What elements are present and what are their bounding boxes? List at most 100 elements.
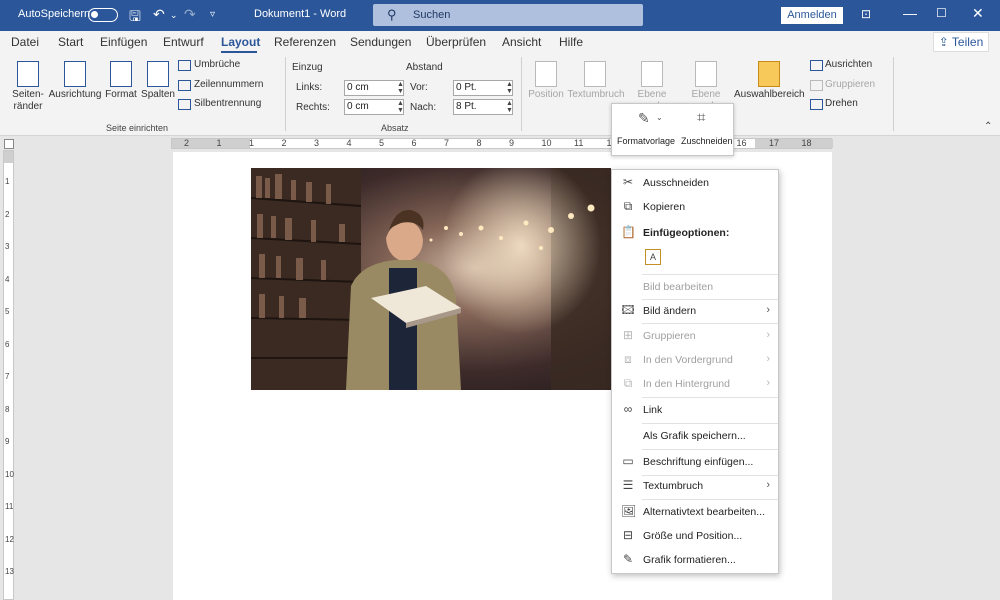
tab-selector[interactable] (4, 139, 14, 149)
paste-picture-icon[interactable]: A (645, 249, 661, 265)
selection-pane-label[interactable]: Auswahlbereich (734, 89, 805, 101)
submenu-arrow-icon: › (766, 304, 770, 316)
undo-dropdown-icon[interactable]: ⌄ (170, 10, 178, 21)
tab-review[interactable]: Überprüfen (426, 35, 486, 49)
autosave-label: AutoSpeichern (18, 8, 91, 20)
style-icon[interactable]: ✎ (638, 110, 650, 127)
menu-item-copy[interactable]: ⧉ Kopieren (612, 196, 778, 218)
margins-label-2[interactable]: ränder (8, 101, 48, 113)
menu-item-insert-caption[interactable]: ▭ Beschriftung einfügen... (612, 451, 778, 473)
indent-heading: Einzug (292, 62, 323, 73)
spacing-heading: Abstand (406, 62, 443, 73)
rotate-icon[interactable] (810, 99, 823, 110)
columns-icon[interactable] (147, 61, 169, 87)
close-icon[interactable]: ✕ (972, 5, 984, 22)
paragraph-group-label: Absatz (381, 123, 409, 133)
margins-icon[interactable] (17, 61, 39, 87)
size-label[interactable]: Format (103, 89, 139, 101)
ruler-number: 3 (314, 138, 320, 148)
menu-item-edit-picture: Bild bearbeiten (612, 276, 778, 298)
indent-left-input[interactable]: 0 cm (344, 80, 404, 96)
indent-right-input[interactable]: 0 cm (344, 99, 404, 115)
ruler-number: 5 (5, 307, 10, 316)
hyphenation-icon[interactable] (178, 99, 191, 110)
menu-item-wrap-text[interactable]: ☰ Textumbruch › (612, 475, 778, 497)
tab-start[interactable]: Start (58, 35, 83, 49)
spacing-after-input[interactable]: 8 Pt. (453, 99, 513, 115)
menu-item-group: ⊞ Gruppieren › (612, 325, 778, 347)
signin-button[interactable]: Anmelden (781, 7, 843, 24)
spacing-before-input[interactable]: 0 Pt. (453, 80, 513, 96)
selected-picture[interactable] (251, 168, 611, 390)
line-numbers-icon[interactable] (178, 80, 191, 91)
menu-item-label: In den Hintergrund (643, 378, 730, 390)
menu-item-change-picture[interactable]: 🖾 Bild ändern › (612, 300, 778, 322)
breaks-label[interactable]: Umbrüche (194, 59, 240, 71)
margins-label-1[interactable]: Seiten- (8, 89, 48, 101)
breaks-icon[interactable] (178, 60, 191, 71)
align-label[interactable]: Ausrichten (825, 59, 872, 71)
style-label[interactable]: Formatvorlage (617, 136, 675, 146)
redo-icon: ↷ (184, 6, 196, 22)
share-button[interactable]: ⇪ Teilen (933, 32, 989, 52)
autosave-toggle[interactable] (88, 8, 118, 22)
indent-right-spinner[interactable]: ▲ ▼ (397, 100, 404, 114)
menu-item-save-as-picture[interactable]: Als Grafik speichern... (612, 425, 778, 447)
tab-insert[interactable]: Einfügen (100, 35, 147, 49)
orientation-label[interactable]: Ausrichtung (48, 89, 102, 101)
size-icon[interactable] (110, 61, 132, 87)
spacing-after-spinner[interactable]: ▲ ▼ (506, 100, 513, 114)
tab-references[interactable]: Referenzen (274, 35, 336, 49)
menu-item-alt-text[interactable]: 🖼 Alternativtext bearbeiten... (612, 501, 778, 523)
menu-item-label: Kopieren (643, 201, 686, 213)
menu-separator (642, 449, 778, 450)
ribbon-display-icon[interactable]: ⊡ (861, 7, 871, 21)
menu-item-send-backward: ⧉ In den Hintergrund › (612, 373, 778, 395)
search-box[interactable]: ⚲ Suchen (373, 4, 643, 26)
ruler-number: 10 (541, 138, 552, 148)
mini-toolbar: ✎ ⌄ ⌗ Formatvorlage Zuschneiden (611, 103, 734, 156)
vertical-ruler[interactable]: 1 2 3 4 5 6 7 8 9 10 11 12 13 (3, 150, 14, 600)
menu-item-format-graphic[interactable]: ✎ Grafik formatieren... (612, 549, 778, 571)
tab-layout[interactable]: Layout (221, 35, 260, 49)
columns-label[interactable]: Spalten (138, 89, 178, 101)
line-numbers-label[interactable]: Zeilennummern (194, 79, 263, 91)
selection-pane-icon[interactable] (758, 61, 780, 87)
menu-item-link[interactable]: ∞ Link (612, 399, 778, 421)
clipboard-icon: 📋 (621, 225, 636, 239)
format-graphic-icon: ✎ (622, 552, 634, 566)
alt-text-icon: 🖼 (621, 504, 637, 518)
position-icon (535, 61, 557, 87)
crop-label[interactable]: Zuschneiden (681, 136, 733, 146)
tab-view[interactable]: Ansicht (502, 35, 541, 49)
align-icon[interactable] (810, 60, 823, 71)
ruler-number: 11 (574, 138, 584, 148)
crop-icon[interactable]: ⌗ (697, 109, 705, 126)
tab-file[interactable]: Datei (11, 35, 39, 49)
undo-icon[interactable]: ↶ (153, 6, 165, 23)
menu-item-cut[interactable]: ✂ Ausschneiden (612, 172, 778, 194)
menu-item-paste-options: 📋 Einfügeoptionen: (612, 222, 778, 244)
spacing-before-spinner[interactable]: ▲ ▼ (506, 81, 513, 95)
orientation-icon[interactable] (64, 61, 86, 87)
copy-icon: ⧉ (623, 199, 633, 213)
ruler-number: 9 (5, 437, 10, 446)
save-icon[interactable]: 🖫 (129, 6, 141, 30)
ruler-number: 9 (509, 138, 515, 148)
search-placeholder: Suchen (413, 9, 451, 21)
tab-design[interactable]: Entwurf (163, 35, 204, 49)
tab-mailings[interactable]: Sendungen (350, 35, 411, 49)
share-label: Teilen (951, 35, 984, 49)
rotate-label[interactable]: Drehen (825, 98, 858, 110)
tab-help[interactable]: Hilfe (559, 35, 583, 49)
indent-left-spinner[interactable]: ▲ ▼ (397, 81, 404, 95)
minimize-icon[interactable]: — (903, 5, 917, 21)
customize-toolbar-icon[interactable]: ▿ (210, 9, 215, 20)
hyphenation-label[interactable]: Silbentrennung (194, 98, 261, 110)
maximize-icon[interactable]: ☐ (936, 6, 947, 20)
ruler-number: 1 (249, 138, 255, 148)
collapse-ribbon-icon[interactable]: ⌃ (984, 121, 992, 132)
style-dropdown-icon[interactable]: ⌄ (656, 113, 663, 122)
ribbon: Seiten- ränder Ausrichtung Format Spalte… (0, 53, 1000, 136)
menu-item-size-position[interactable]: ⊟ Größe und Position... (612, 525, 778, 547)
